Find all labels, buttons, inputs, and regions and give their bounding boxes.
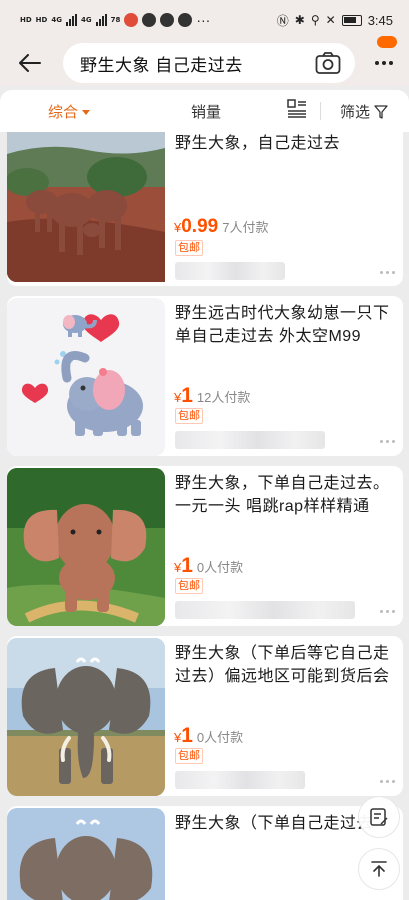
shop-name-blurred[interactable] — [175, 771, 305, 789]
product-image[interactable] — [7, 808, 165, 900]
shop-name-blurred[interactable] — [175, 601, 355, 619]
network-speed: 78 — [110, 16, 121, 24]
price-currency: ¥ — [174, 730, 182, 745]
list-layout-icon — [287, 99, 306, 118]
price-value: 0.99 — [181, 216, 219, 237]
product-card[interactable]: 野生大象，下单自己走过去。一元一头 唱跳rap样样精通 ¥ 1 0人付款 包邮 — [7, 466, 403, 626]
product-title[interactable]: 野生远古时代大象幼崽一只下单自己走过去 外太空M99 — [175, 302, 397, 348]
shop-name-blurred[interactable] — [175, 262, 285, 280]
price-row: ¥ 0.99 7人付款 — [174, 216, 268, 238]
price-row: ¥ 1 0人付款 — [174, 554, 243, 578]
signal-icon-2 — [95, 14, 107, 26]
camera-icon[interactable] — [315, 51, 341, 75]
free-shipping-tag: 包邮 — [175, 578, 203, 594]
mute-icon: ✕ — [325, 13, 336, 27]
paid-count: 0人付款 — [196, 560, 244, 575]
scroll-to-top-button[interactable] — [358, 848, 400, 890]
product-title[interactable]: 野生大象，下单自己走过去。一元一头 唱跳rap样样精通 — [175, 472, 397, 518]
hd-badge-2: HD — [35, 16, 48, 24]
scroll-top-icon — [371, 861, 387, 877]
signal-icon — [65, 14, 77, 26]
network-type-1: 4G — [51, 16, 62, 24]
free-shipping-tag: 包邮 — [175, 748, 203, 764]
app-notification-icon-4 — [178, 13, 193, 27]
price-currency: ¥ — [174, 390, 182, 405]
network-type-2: 4G — [80, 16, 92, 24]
paid-count: 0人付款 — [196, 730, 244, 745]
card-more-button[interactable] — [380, 610, 395, 613]
product-card[interactable]: 野生大象（下单自己走过去 — [7, 806, 403, 900]
app-notification-icon — [124, 13, 139, 27]
price-row: ¥ 1 0人付款 — [174, 724, 243, 748]
paid-count: 7人付款 — [222, 220, 269, 235]
product-image[interactable] — [7, 638, 165, 796]
app-notification-icon-2 — [142, 13, 157, 27]
search-header: 野生大象 自己走过去 — [0, 36, 409, 86]
paid-count: 12人付款 — [196, 390, 251, 405]
card-more-button[interactable] — [380, 440, 395, 443]
filter-label: 筛选 — [340, 104, 371, 121]
sales-label: 销量 — [191, 104, 222, 121]
location-icon: ⚲ — [310, 13, 320, 27]
divider — [320, 102, 321, 120]
product-title[interactable]: 野生大象（下单后等它自己走过去）偏远地区可能到货后会 — [175, 642, 397, 688]
filter-bar: 综合 销量 筛选 — [0, 90, 409, 132]
sort-sales-tab[interactable]: 销量 — [191, 101, 221, 122]
edit-note-icon — [370, 808, 388, 826]
clock: 3:45 — [367, 12, 393, 28]
product-card[interactable]: 野生远古时代大象幼崽一只下单自己走过去 外太空M99 ¥ 1 12人付款 包邮 — [7, 296, 403, 456]
layout-toggle-button[interactable] — [287, 99, 307, 119]
shop-name-blurred[interactable] — [175, 431, 325, 449]
free-shipping-tag: 包邮 — [175, 408, 203, 424]
product-image[interactable] — [7, 132, 165, 282]
more-icon — [375, 61, 379, 65]
app-notification-icon-3 — [160, 13, 175, 27]
price-value: 1 — [181, 384, 193, 407]
product-card[interactable]: 野生大象（下单后等它自己走过去）偏远地区可能到货后会 ¥ 1 0人付款 包邮 — [7, 636, 403, 796]
product-image[interactable] — [7, 298, 165, 456]
nfc-icon: Ⓝ — [276, 13, 289, 28]
filter-button[interactable]: 筛选 — [340, 101, 388, 122]
status-bar: HD HD 4G 4G 78 ··· Ⓝ ✱ ⚲ ✕ 3:45 — [0, 0, 409, 40]
price-row: ¥ 1 12人付款 — [174, 384, 250, 408]
battery-icon — [341, 14, 362, 26]
free-shipping-tag: 包邮 — [175, 240, 203, 256]
dropdown-triangle-icon — [82, 110, 91, 115]
search-input[interactable]: 野生大象 自己走过去 — [63, 43, 355, 83]
price-currency: ¥ — [174, 220, 182, 235]
bluetooth-icon: ✱ — [294, 13, 305, 27]
product-card[interactable]: 野生大象，自己走过去 ¥ 0.99 7人付款 包邮 — [7, 132, 403, 286]
product-title[interactable]: 野生大象，自己走过去 — [175, 132, 397, 155]
back-button[interactable] — [0, 40, 60, 86]
product-image[interactable] — [7, 468, 165, 626]
sort-label: 综合 — [48, 104, 79, 121]
back-arrow-icon — [19, 54, 41, 72]
feedback-button[interactable] — [358, 796, 400, 838]
price-value: 1 — [181, 554, 193, 577]
more-notifications-icon: ··· — [196, 12, 211, 28]
filter-funnel-icon — [374, 104, 388, 119]
card-more-button[interactable] — [380, 780, 395, 783]
price-currency: ¥ — [174, 560, 182, 575]
price-value: 1 — [181, 724, 193, 747]
search-query-text: 野生大象 自己走过去 — [80, 55, 243, 75]
sort-comprehensive-tab[interactable]: 综合 — [48, 101, 91, 122]
hd-badge: HD — [20, 16, 32, 24]
notification-badge — [377, 36, 397, 48]
card-more-button[interactable] — [380, 271, 395, 274]
